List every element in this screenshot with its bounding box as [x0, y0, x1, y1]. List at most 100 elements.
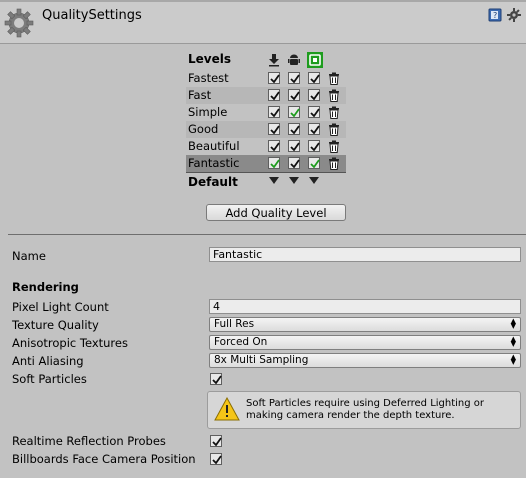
- delete-level-trash-icon[interactable]: [328, 89, 340, 102]
- rendering-header: Rendering: [12, 280, 79, 294]
- platform-level-checkbox[interactable]: [268, 140, 280, 152]
- check-icon: [270, 159, 280, 169]
- delete-level-trash-icon[interactable]: [328, 140, 340, 153]
- quality-level-name: Beautiful: [188, 139, 240, 153]
- trash-icon: [329, 106, 339, 119]
- platform-level-checkbox[interactable]: [288, 106, 300, 118]
- quality-level-name: Good: [188, 122, 219, 136]
- anisotropic-textures-label: Anisotropic Textures: [12, 336, 128, 350]
- platform-level-checkbox[interactable]: [268, 106, 280, 118]
- anti-aliasing-value: 8x Multi Sampling: [214, 354, 309, 366]
- billboards-face-camera-checkbox[interactable]: [210, 453, 222, 465]
- pixel-light-count-field[interactable]: 4: [209, 299, 521, 314]
- texture-quality-select[interactable]: Full Res ▲ ▼: [209, 317, 521, 332]
- check-icon: [270, 108, 280, 118]
- texture-quality-label: Texture Quality: [12, 318, 99, 332]
- billboards-face-camera-label: Billboards Face Camera Position: [12, 452, 196, 466]
- select-arrows-icon: ▲ ▼: [510, 317, 516, 330]
- platform-level-checkbox[interactable]: [308, 140, 320, 152]
- select-arrows-icon: ▲ ▼: [510, 335, 516, 348]
- check-icon: [290, 159, 300, 169]
- section-separator: [8, 234, 526, 235]
- soft-particles-warning: Soft Particles require using Deferred Li…: [207, 391, 521, 429]
- header-top-line: [0, 0, 526, 2]
- android-icon: [288, 54, 300, 65]
- realtime-reflection-probes-checkbox[interactable]: [210, 435, 222, 447]
- check-icon: [212, 375, 222, 385]
- quality-level-name: Simple: [188, 105, 228, 119]
- windows-store-icon: [307, 52, 323, 68]
- platform-level-checkbox[interactable]: [288, 89, 300, 101]
- check-icon: [310, 159, 320, 169]
- soft-particles-label: Soft Particles: [12, 372, 87, 386]
- default-label: Default: [188, 175, 238, 189]
- default-dropdown-windows-store[interactable]: [309, 177, 319, 184]
- quality-level-name: Fantastic: [188, 156, 240, 170]
- delete-level-trash-icon[interactable]: [328, 123, 340, 136]
- quality-level-row[interactable]: Fast: [186, 87, 346, 104]
- gear-icon[interactable]: [507, 8, 521, 22]
- quality-level-name: Fastest: [188, 71, 229, 85]
- trash-icon: [329, 157, 339, 170]
- anisotropic-textures-value: Forced On: [214, 336, 268, 348]
- check-icon: [310, 74, 320, 84]
- svg-text:?: ?: [493, 11, 497, 20]
- levels-header: Levels: [188, 52, 232, 66]
- check-icon: [310, 108, 320, 118]
- platform-level-checkbox[interactable]: [268, 123, 280, 135]
- quality-level-name: Fast: [188, 88, 212, 102]
- check-icon: [270, 125, 280, 135]
- check-icon: [290, 74, 300, 84]
- delete-level-trash-icon[interactable]: [328, 72, 340, 85]
- platform-level-checkbox[interactable]: [268, 72, 280, 84]
- check-icon: [290, 125, 300, 135]
- check-icon: [290, 91, 300, 101]
- name-label: Name: [12, 249, 46, 263]
- quality-level-row[interactable]: Fantastic: [186, 155, 346, 172]
- download-icon: [269, 54, 279, 67]
- default-dropdown-standalone[interactable]: [269, 177, 279, 184]
- platform-level-checkbox[interactable]: [308, 89, 320, 101]
- quality-level-row[interactable]: Good: [186, 121, 346, 138]
- add-quality-level-button[interactable]: Add Quality Level: [206, 204, 346, 221]
- quality-level-row[interactable]: Fastest: [186, 70, 346, 87]
- page-title: QualitySettings: [42, 8, 142, 23]
- check-icon: [310, 91, 320, 101]
- check-icon: [270, 74, 280, 84]
- anti-aliasing-label: Anti Aliasing: [12, 354, 84, 368]
- warning-icon: [214, 397, 240, 421]
- check-icon: [212, 455, 222, 465]
- delete-level-trash-icon[interactable]: [328, 157, 340, 170]
- name-field[interactable]: Fantastic: [209, 247, 521, 262]
- platform-level-checkbox[interactable]: [308, 106, 320, 118]
- quality-level-row[interactable]: Simple: [186, 104, 346, 121]
- check-icon: [310, 125, 320, 135]
- platform-level-checkbox[interactable]: [268, 157, 280, 169]
- default-dropdown-android[interactable]: [289, 177, 299, 184]
- anisotropic-textures-select[interactable]: Forced On ▲ ▼: [209, 335, 521, 350]
- soft-particles-checkbox[interactable]: [210, 373, 222, 385]
- platform-level-checkbox[interactable]: [308, 157, 320, 169]
- levels-divider: [186, 172, 346, 173]
- check-icon: [270, 91, 280, 101]
- anti-aliasing-select[interactable]: 8x Multi Sampling ▲ ▼: [209, 353, 521, 368]
- realtime-reflection-probes-label: Realtime Reflection Probes: [12, 434, 166, 448]
- check-icon: [270, 142, 280, 152]
- check-icon: [290, 108, 300, 118]
- texture-quality-value: Full Res: [214, 318, 255, 330]
- platform-level-checkbox[interactable]: [308, 72, 320, 84]
- platform-level-checkbox[interactable]: [288, 140, 300, 152]
- check-icon: [290, 142, 300, 152]
- platform-level-checkbox[interactable]: [308, 123, 320, 135]
- platform-level-checkbox[interactable]: [288, 157, 300, 169]
- platform-level-checkbox[interactable]: [288, 123, 300, 135]
- quality-level-row[interactable]: Beautiful: [186, 138, 346, 155]
- select-arrows-icon: ▲ ▼: [510, 353, 516, 366]
- platform-level-checkbox[interactable]: [268, 89, 280, 101]
- warning-text: Soft Particles require using Deferred Li…: [246, 398, 485, 421]
- help-book-icon[interactable]: ?: [488, 8, 502, 22]
- delete-level-trash-icon[interactable]: [328, 106, 340, 119]
- quality-settings-gear-icon: [4, 8, 34, 38]
- trash-icon: [329, 140, 339, 153]
- platform-level-checkbox[interactable]: [288, 72, 300, 84]
